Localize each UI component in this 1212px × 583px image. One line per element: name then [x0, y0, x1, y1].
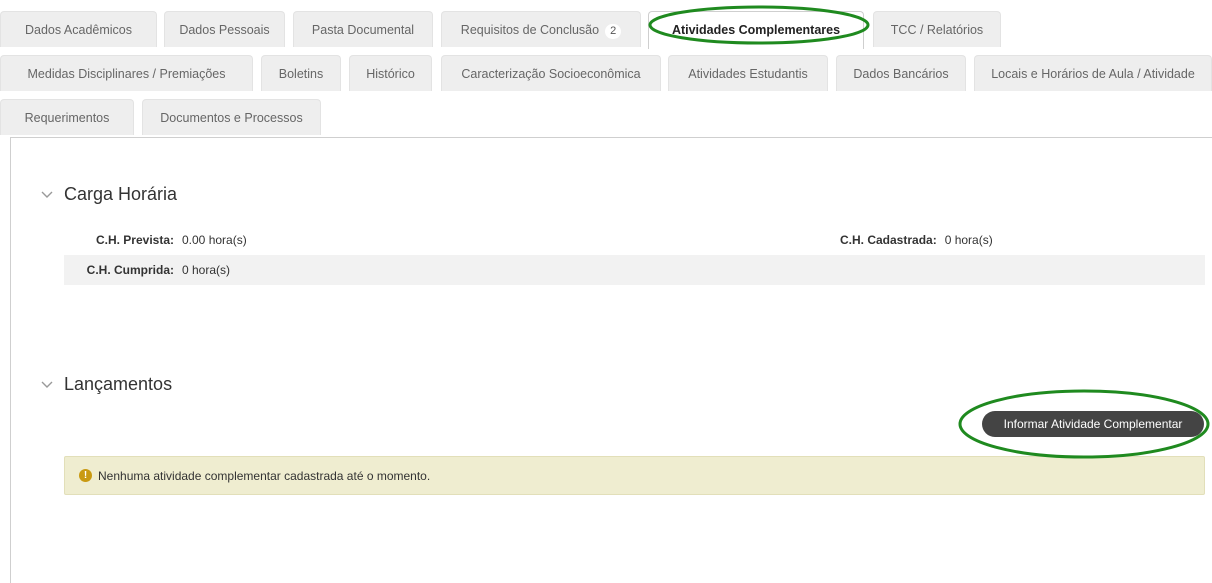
section-title: Carga Horária	[64, 183, 178, 204]
carga-horaria-row-2: C.H. Cumprida: 0 hora(s)	[64, 255, 1205, 285]
tab-label: Atividades Estudantis	[688, 67, 808, 81]
tab-label: Medidas Disciplinares / Premiações	[27, 67, 226, 81]
tab-content-panel	[10, 137, 1212, 583]
tab-label: Boletins	[278, 67, 324, 81]
ch-cumprida: C.H. Cumprida: 0 hora(s)	[64, 255, 230, 285]
lancamentos-header[interactable]: Lançamentos	[40, 372, 172, 396]
ch-prevista-label: C.H. Prevista:	[95, 233, 174, 247]
tab-atividades-complementares[interactable]: Atividades Complementares	[648, 11, 864, 49]
notice-text: Nenhuma atividade complementar cadastrad…	[98, 468, 431, 483]
ch-cadastrada: C.H. Cadastrada: 0 hora(s)	[840, 225, 993, 255]
tab-dados-bancarios[interactable]: Dados Bancários	[836, 55, 966, 91]
tab-label: TCC / Relatórios	[890, 23, 984, 37]
section-title: Lançamentos	[64, 373, 173, 394]
carga-horaria-header[interactable]: Carga Horária	[40, 182, 177, 206]
tab-label: Dados Acadêmicos	[24, 23, 132, 37]
tab-dados-pessoais[interactable]: Dados Pessoais	[164, 11, 285, 47]
ch-cumprida-label: C.H. Cumprida:	[86, 263, 174, 277]
tab-tcc-relatorios[interactable]: TCC / Relatórios	[873, 11, 1001, 47]
tab-requerimentos[interactable]: Requerimentos	[0, 99, 134, 135]
tab-row-2: Medidas Disciplinares / Premiações Bolet…	[0, 55, 1212, 93]
tab-label: Locais e Horários de Aula / Atividade	[991, 67, 1195, 81]
empty-notice: ! Nenhuma atividade complementar cadastr…	[64, 456, 1205, 495]
ch-prevista: C.H. Prevista: 0.00 hora(s)	[64, 225, 247, 255]
chevron-down-icon	[41, 381, 53, 388]
tab-medidas-disciplinares[interactable]: Medidas Disciplinares / Premiações	[0, 55, 253, 91]
tab-caracterizacao-socioeconomica[interactable]: Caracterização Socioeconômica	[441, 55, 661, 91]
informar-atividade-button[interactable]: Informar Atividade Complementar	[982, 411, 1204, 437]
tab-pasta-documental[interactable]: Pasta Documental	[293, 11, 433, 47]
tab-documentos-processos[interactable]: Documentos e Processos	[142, 99, 321, 135]
tab-requisitos-conclusao[interactable]: Requisitos de Conclusão 2	[441, 11, 641, 47]
chevron-down-icon	[41, 191, 53, 198]
ch-prevista-value: 0.00 hora(s)	[182, 233, 247, 247]
tab-label: Pasta Documental	[311, 23, 415, 37]
ch-cadastrada-label: C.H. Cadastrada:	[840, 233, 937, 247]
tab-count-badge: 2	[605, 24, 622, 39]
exclamation-circle-icon: !	[79, 469, 92, 482]
tab-label: Documentos e Processos	[160, 111, 303, 125]
ch-cadastrada-value: 0 hora(s)	[944, 233, 993, 247]
carga-horaria-row-1: C.H. Prevista: 0.00 hora(s) C.H. Cadastra…	[64, 225, 1205, 255]
tab-label: Dados Bancários	[853, 67, 949, 81]
ch-cumprida-value: 0 hora(s)	[182, 263, 231, 277]
tab-row-3: Requerimentos Documentos e Processos	[0, 99, 400, 137]
tab-historico[interactable]: Histórico	[349, 55, 432, 91]
tab-label: Atividades Complementares	[671, 23, 841, 37]
tab-locais-horarios[interactable]: Locais e Horários de Aula / Atividade	[974, 55, 1212, 91]
tab-boletins[interactable]: Boletins	[261, 55, 341, 91]
tab-atividades-estudantis[interactable]: Atividades Estudantis	[668, 55, 828, 91]
tab-row-1: Dados Acadêmicos Dados Pessoais Pasta Do…	[0, 11, 1212, 49]
tab-label: Requerimentos	[24, 111, 110, 125]
tab-dados-academicos[interactable]: Dados Acadêmicos	[0, 11, 157, 47]
tab-label: Dados Pessoais	[179, 23, 270, 37]
tab-label: Caracterização Socioeconômica	[461, 67, 641, 81]
tab-label: Histórico	[366, 67, 415, 81]
tab-label: Requisitos de Conclusão	[460, 23, 600, 37]
